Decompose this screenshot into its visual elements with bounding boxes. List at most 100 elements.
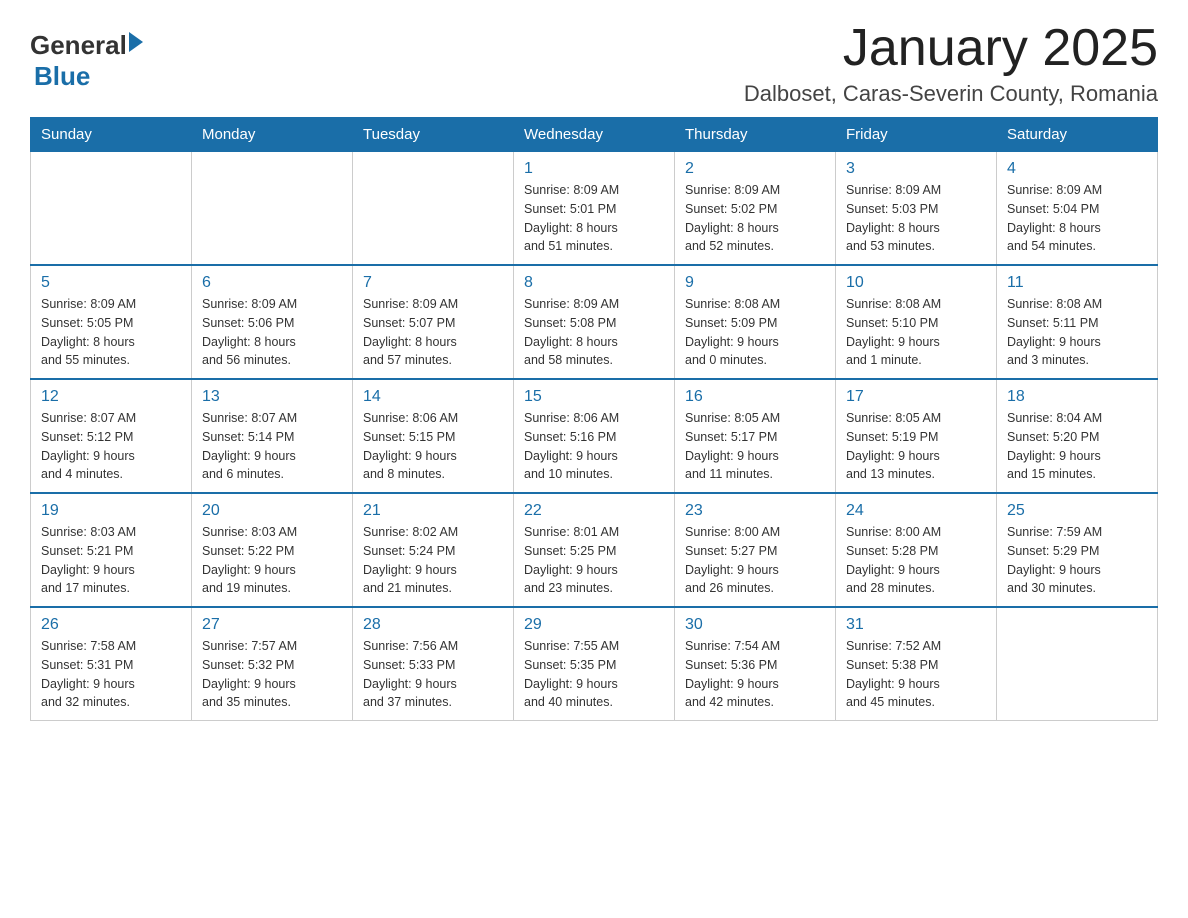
day-number: 11 [1007, 274, 1147, 292]
week-row-3: 12Sunrise: 8:07 AMSunset: 5:12 PMDayligh… [31, 379, 1158, 493]
day-info: Sunrise: 8:09 AMSunset: 5:04 PMDaylight:… [1007, 181, 1147, 256]
calendar-table: SundayMondayTuesdayWednesdayThursdayFrid… [30, 117, 1158, 721]
day-info: Sunrise: 7:56 AMSunset: 5:33 PMDaylight:… [363, 637, 503, 712]
day-number: 14 [363, 388, 503, 406]
day-number: 18 [1007, 388, 1147, 406]
day-number: 30 [685, 616, 825, 634]
day-number: 26 [41, 616, 181, 634]
week-row-1: 1 Sunrise: 8:09 AMSunset: 5:01 PMDaylight… [31, 152, 1158, 266]
day-info: Sunrise: 8:09 AMSunset: 5:07 PMDaylight:… [363, 295, 503, 370]
day-cell [31, 152, 192, 266]
day-number: 9 [685, 274, 825, 292]
day-cell: 2Sunrise: 8:09 AMSunset: 5:02 PMDaylight… [675, 152, 836, 266]
day-cell [192, 152, 353, 266]
day-info: Sunrise: 8:00 AMSunset: 5:28 PMDaylight:… [846, 523, 986, 598]
day-info: Sunrise: 8:09 AMSunset: 5:08 PMDaylight:… [524, 295, 664, 370]
week-row-5: 26 Sunrise: 7:58 AMSunset: 5:31 PMDayligh… [31, 607, 1158, 721]
header-cell-saturday: Saturday [997, 118, 1158, 152]
day-cell: 14 Sunrise: 8:06 AMSunset: 5:15 PMDayligh… [353, 379, 514, 493]
day-number: 22 [524, 502, 664, 520]
header-cell-friday: Friday [836, 118, 997, 152]
day-info: Sunrise: 8:00 AMSunset: 5:27 PMDaylight:… [685, 523, 825, 598]
day-info: Sunrise: 8:01 AMSunset: 5:25 PMDaylight:… [524, 523, 664, 598]
day-info: Sunrise: 8:08 AMSunset: 5:09 PMDaylight:… [685, 295, 825, 370]
day-cell [353, 152, 514, 266]
day-cell: 6Sunrise: 8:09 AMSunset: 5:06 PMDaylight… [192, 265, 353, 379]
calendar-body: 1 Sunrise: 8:09 AMSunset: 5:01 PMDaylight… [31, 152, 1158, 721]
day-info: Sunrise: 8:04 AMSunset: 5:20 PMDaylight:… [1007, 409, 1147, 484]
day-cell: 27Sunrise: 7:57 AMSunset: 5:32 PMDayligh… [192, 607, 353, 721]
logo: General Blue [30, 30, 143, 92]
header-cell-monday: Monday [192, 118, 353, 152]
day-number: 25 [1007, 502, 1147, 520]
day-info: Sunrise: 8:09 AMSunset: 5:03 PMDaylight:… [846, 181, 986, 256]
day-cell: 18 Sunrise: 8:04 AMSunset: 5:20 PMDayligh… [997, 379, 1158, 493]
day-cell: 31 Sunrise: 7:52 AMSunset: 5:38 PMDayligh… [836, 607, 997, 721]
day-cell: 17 Sunrise: 8:05 AMSunset: 5:19 PMDayligh… [836, 379, 997, 493]
day-info: Sunrise: 8:07 AMSunset: 5:12 PMDaylight:… [41, 409, 181, 484]
day-info: Sunrise: 8:08 AMSunset: 5:10 PMDaylight:… [846, 295, 986, 370]
day-cell: 12Sunrise: 8:07 AMSunset: 5:12 PMDayligh… [31, 379, 192, 493]
header-cell-tuesday: Tuesday [353, 118, 514, 152]
day-cell: 15 Sunrise: 8:06 AMSunset: 5:16 PMDayligh… [514, 379, 675, 493]
day-cell: 23 Sunrise: 8:00 AMSunset: 5:27 PMDayligh… [675, 493, 836, 607]
day-number: 10 [846, 274, 986, 292]
header-cell-wednesday: Wednesday [514, 118, 675, 152]
day-info: Sunrise: 8:05 AMSunset: 5:19 PMDaylight:… [846, 409, 986, 484]
day-number: 29 [524, 616, 664, 634]
day-info: Sunrise: 8:09 AMSunset: 5:05 PMDaylight:… [41, 295, 181, 370]
day-cell [997, 607, 1158, 721]
day-info: Sunrise: 8:08 AMSunset: 5:11 PMDaylight:… [1007, 295, 1147, 370]
day-number: 21 [363, 502, 503, 520]
day-number: 28 [363, 616, 503, 634]
location-title: Dalboset, Caras-Severin County, Romania [744, 81, 1158, 107]
day-cell: 19Sunrise: 8:03 AMSunset: 5:21 PMDayligh… [31, 493, 192, 607]
title-area: January 2025 Dalboset, Caras-Severin Cou… [744, 20, 1158, 107]
month-title: January 2025 [744, 20, 1158, 77]
day-number: 15 [524, 388, 664, 406]
day-cell: 5 Sunrise: 8:09 AMSunset: 5:05 PMDaylight… [31, 265, 192, 379]
day-info: Sunrise: 7:59 AMSunset: 5:29 PMDaylight:… [1007, 523, 1147, 598]
day-number: 3 [846, 160, 986, 178]
day-info: Sunrise: 8:09 AMSunset: 5:01 PMDaylight:… [524, 181, 664, 256]
day-number: 23 [685, 502, 825, 520]
day-number: 1 [524, 160, 664, 178]
day-info: Sunrise: 8:06 AMSunset: 5:15 PMDaylight:… [363, 409, 503, 484]
day-cell: 9 Sunrise: 8:08 AMSunset: 5:09 PMDaylight… [675, 265, 836, 379]
day-cell: 30 Sunrise: 7:54 AMSunset: 5:36 PMDayligh… [675, 607, 836, 721]
day-info: Sunrise: 7:54 AMSunset: 5:36 PMDaylight:… [685, 637, 825, 712]
week-row-2: 5 Sunrise: 8:09 AMSunset: 5:05 PMDaylight… [31, 265, 1158, 379]
day-info: Sunrise: 8:06 AMSunset: 5:16 PMDaylight:… [524, 409, 664, 484]
day-info: Sunrise: 7:52 AMSunset: 5:38 PMDaylight:… [846, 637, 986, 712]
day-cell: 22 Sunrise: 8:01 AMSunset: 5:25 PMDayligh… [514, 493, 675, 607]
day-cell: 10 Sunrise: 8:08 AMSunset: 5:10 PMDayligh… [836, 265, 997, 379]
logo-arrow-icon [129, 32, 143, 52]
day-number: 4 [1007, 160, 1147, 178]
day-cell: 20Sunrise: 8:03 AMSunset: 5:22 PMDayligh… [192, 493, 353, 607]
day-number: 13 [202, 388, 342, 406]
day-cell: 16Sunrise: 8:05 AMSunset: 5:17 PMDayligh… [675, 379, 836, 493]
day-info: Sunrise: 8:03 AMSunset: 5:22 PMDaylight:… [202, 523, 342, 598]
day-number: 17 [846, 388, 986, 406]
day-number: 31 [846, 616, 986, 634]
day-info: Sunrise: 7:55 AMSunset: 5:35 PMDaylight:… [524, 637, 664, 712]
day-info: Sunrise: 8:03 AMSunset: 5:21 PMDaylight:… [41, 523, 181, 598]
day-cell: 26 Sunrise: 7:58 AMSunset: 5:31 PMDayligh… [31, 607, 192, 721]
day-cell: 28 Sunrise: 7:56 AMSunset: 5:33 PMDayligh… [353, 607, 514, 721]
day-number: 8 [524, 274, 664, 292]
day-number: 2 [685, 160, 825, 178]
day-cell: 3 Sunrise: 8:09 AMSunset: 5:03 PMDaylight… [836, 152, 997, 266]
day-number: 27 [202, 616, 342, 634]
logo-blue-text: Blue [34, 61, 90, 92]
day-cell: 1 Sunrise: 8:09 AMSunset: 5:01 PMDaylight… [514, 152, 675, 266]
day-cell: 21Sunrise: 8:02 AMSunset: 5:24 PMDayligh… [353, 493, 514, 607]
day-number: 24 [846, 502, 986, 520]
day-info: Sunrise: 8:07 AMSunset: 5:14 PMDaylight:… [202, 409, 342, 484]
day-number: 5 [41, 274, 181, 292]
calendar-header: SundayMondayTuesdayWednesdayThursdayFrid… [31, 118, 1158, 152]
logo-general-text: General [30, 30, 127, 61]
day-cell: 4 Sunrise: 8:09 AMSunset: 5:04 PMDaylight… [997, 152, 1158, 266]
day-cell: 29 Sunrise: 7:55 AMSunset: 5:35 PMDayligh… [514, 607, 675, 721]
header-cell-sunday: Sunday [31, 118, 192, 152]
day-info: Sunrise: 7:58 AMSunset: 5:31 PMDaylight:… [41, 637, 181, 712]
